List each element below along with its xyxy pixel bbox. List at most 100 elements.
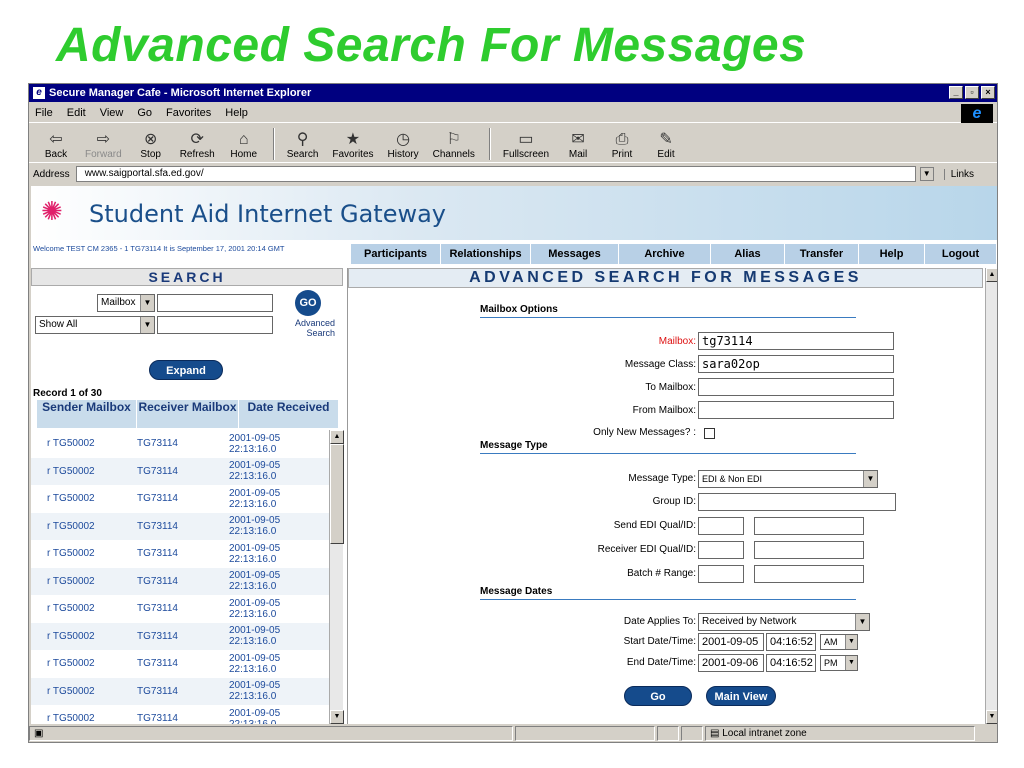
menu-favorites[interactable]: Favorites — [166, 107, 211, 119]
table-row[interactable]: r TG50002TG73114 2001-09-0522:13:16.0 — [31, 677, 329, 705]
table-row[interactable]: r TG50002TG73114 2001-09-0522:13:16.0 — [31, 705, 329, 724]
table-row[interactable]: r TG50002TG73114 2001-09-0522:13:16.0 — [31, 430, 329, 458]
toolbar-fullscreen-button[interactable]: ▭ Fullscreen — [503, 131, 549, 160]
table-row[interactable]: r TG50002TG73114 2001-09-0522:13:16.0 — [31, 512, 329, 540]
menu-edit[interactable]: Edit — [67, 107, 86, 119]
sender-cell[interactable]: r TG50002 — [31, 466, 137, 477]
toolbar-forward-button[interactable]: ⇨ Forward — [85, 131, 122, 160]
toolbar-back-button[interactable]: ⇦ Back — [41, 131, 71, 160]
toolbar-search-button[interactable]: ⚲ Search — [287, 131, 319, 160]
stop-icon: ⊗ — [143, 131, 158, 148]
batch-to-field[interactable] — [754, 565, 864, 583]
go-button[interactable]: Go — [624, 686, 692, 706]
message-class-field[interactable]: sara02op — [698, 355, 894, 373]
table-row[interactable]: r TG50002TG73114 2001-09-0522:13:16.0 — [31, 595, 329, 623]
sender-cell[interactable]: r TG50002 — [31, 548, 137, 559]
to-mailbox-field[interactable] — [698, 378, 894, 396]
links-button[interactable]: Links — [943, 168, 974, 180]
message-type-label: Message Type: — [628, 473, 696, 484]
toolbar-edit-button[interactable]: ✎ Edit — [651, 131, 681, 160]
toolbar-home-button[interactable]: ⌂ Home — [229, 131, 259, 160]
col-date[interactable]: Date Received — [239, 400, 339, 428]
nav-participants[interactable]: Participants — [351, 244, 441, 264]
send-id-field[interactable] — [754, 517, 864, 535]
advanced-search-link[interactable]: Advanced Search — [281, 318, 335, 338]
toolbar-refresh-button[interactable]: ⟳ Refresh — [180, 131, 215, 160]
only-new-checkbox[interactable] — [704, 428, 715, 439]
sender-cell[interactable]: r TG50002 — [31, 686, 137, 697]
show-search-input[interactable] — [157, 316, 273, 334]
send-qual-field[interactable] — [698, 517, 744, 535]
nav-relationships[interactable]: Relationships — [441, 244, 531, 264]
scroll-thumb[interactable] — [330, 444, 344, 544]
start-date-field[interactable]: 2001-09-05 — [698, 633, 764, 651]
sender-cell[interactable]: r TG50002 — [31, 713, 137, 724]
toolbar-mail-button[interactable]: ✉ Mail — [563, 131, 593, 160]
from-mailbox-field[interactable] — [698, 401, 894, 419]
sender-cell[interactable]: r TG50002 — [31, 493, 137, 504]
nav-archive[interactable]: Archive — [619, 244, 711, 264]
window-titlebar[interactable]: e Secure Manager Cafe - Microsoft Intern… — [29, 84, 997, 102]
start-time-field[interactable]: 04:16:52 — [766, 633, 816, 651]
table-row[interactable]: r TG50002TG73114 2001-09-0522:13:16.0 — [31, 650, 329, 678]
search-go-button[interactable]: GO — [295, 290, 321, 316]
toolbar-stop-button[interactable]: ⊗ Stop — [136, 131, 166, 160]
sender-cell[interactable]: r TG50002 — [31, 438, 137, 449]
toolbar-print-button[interactable]: ⎙ Print — [607, 131, 637, 160]
show-select[interactable]: Show All ▼ — [35, 316, 155, 334]
end-ampm-select[interactable]: PM ▼ — [820, 655, 858, 671]
message-type-heading: Message Type — [480, 440, 856, 454]
scroll-up-icon[interactable]: ▲ — [330, 430, 344, 444]
sender-cell[interactable]: r TG50002 — [31, 576, 137, 587]
page-icon: ▣ — [34, 728, 44, 739]
end-time-field[interactable]: 04:16:52 — [766, 654, 816, 672]
sender-cell[interactable]: r TG50002 — [31, 631, 137, 642]
table-row[interactable]: r TG50002TG73114 2001-09-0522:13:16.0 — [31, 622, 329, 650]
table-row[interactable]: r TG50002TG73114 2001-09-0522:13:16.0 — [31, 457, 329, 485]
maximize-button[interactable]: ▫ — [965, 86, 979, 99]
scroll-up-icon[interactable]: ▲ — [986, 268, 997, 282]
start-ampm-select[interactable]: AM ▼ — [820, 634, 858, 650]
table-row[interactable]: r TG50002TG73114 2001-09-0522:13:16.0 — [31, 567, 329, 595]
col-sender[interactable]: Sender Mailbox — [37, 400, 137, 428]
table-row[interactable]: r TG50002TG73114 2001-09-0522:13:16.0 — [31, 485, 329, 513]
mailbox-search-input[interactable] — [157, 294, 273, 312]
address-dropdown-icon[interactable]: ▼ — [919, 167, 934, 181]
message-type-select[interactable]: EDI & Non EDI ▼ — [698, 470, 878, 488]
minimize-button[interactable]: _ — [949, 86, 963, 99]
expand-button[interactable]: Expand — [149, 360, 223, 380]
page-scrollbar[interactable]: ▲ ▼ — [985, 268, 997, 724]
nav-alias[interactable]: Alias — [711, 244, 785, 264]
nav-transfer[interactable]: Transfer — [785, 244, 859, 264]
group-id-field[interactable] — [698, 493, 896, 511]
menu-view[interactable]: View — [100, 107, 124, 119]
sender-cell[interactable]: r TG50002 — [31, 521, 137, 532]
scroll-down-icon[interactable]: ▼ — [986, 710, 997, 724]
nav-logout[interactable]: Logout — [925, 244, 997, 264]
toolbar-history-button[interactable]: ◷ History — [388, 131, 419, 160]
zone-label: Local intranet zone — [722, 728, 807, 739]
date-applies-select[interactable]: Received by Network ▼ — [698, 613, 870, 631]
scroll-down-icon[interactable]: ▼ — [330, 710, 344, 724]
nav-help[interactable]: Help — [859, 244, 925, 264]
results-scrollbar[interactable]: ▲ ▼ — [329, 430, 344, 724]
toolbar-channels-button[interactable]: ⚐ Channels — [433, 131, 475, 160]
end-date-field[interactable]: 2001-09-06 — [698, 654, 764, 672]
toolbar-favorites-button[interactable]: ★ Favorites — [332, 131, 373, 160]
sender-cell[interactable]: r TG50002 — [31, 658, 137, 669]
receiver-id-field[interactable] — [754, 541, 864, 559]
close-button[interactable]: × — [981, 86, 995, 99]
sender-cell[interactable]: r TG50002 — [31, 603, 137, 614]
batch-from-field[interactable] — [698, 565, 744, 583]
menu-help[interactable]: Help — [225, 107, 248, 119]
menu-go[interactable]: Go — [137, 107, 152, 119]
col-receiver[interactable]: Receiver Mailbox — [137, 400, 239, 428]
address-input[interactable]: www.saigportal.sfa.ed.gov/ — [75, 166, 916, 182]
main-view-button[interactable]: Main View — [706, 686, 776, 706]
mailbox-field[interactable]: tg73114 — [698, 332, 894, 350]
nav-messages[interactable]: Messages — [531, 244, 619, 264]
menu-file[interactable]: File — [35, 107, 53, 119]
receiver-qual-field[interactable] — [698, 541, 744, 559]
table-row[interactable]: r TG50002TG73114 2001-09-0522:13:16.0 — [31, 540, 329, 568]
mailbox-select[interactable]: Mailbox ▼ — [97, 294, 155, 312]
